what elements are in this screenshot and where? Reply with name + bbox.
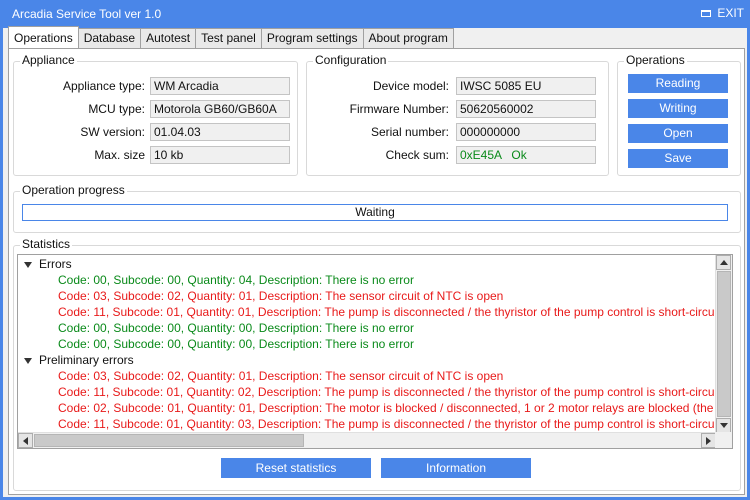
- title-bar: Arcadia Service Tool ver 1.0 EXIT: [0, 0, 750, 28]
- max-size-label: Max. size: [94, 148, 145, 162]
- vertical-scrollbar[interactable]: [715, 255, 732, 433]
- serial-number-label: Serial number:: [370, 125, 449, 139]
- save-button[interactable]: Save: [628, 149, 728, 168]
- tab-autotest[interactable]: Autotest: [140, 28, 197, 48]
- app-window: Arcadia Service Tool ver 1.0 EXIT Operat…: [0, 0, 750, 500]
- mcu-type-value: Motorola GB60/GB60A: [150, 100, 290, 118]
- sw-version-value: 01.04.03: [150, 123, 290, 141]
- list-item[interactable]: Code: 00, Subcode: 00, Quantity: 04, Des…: [58, 272, 414, 288]
- sw-version-label: SW version:: [80, 125, 145, 139]
- horizontal-scrollbar[interactable]: [18, 432, 716, 448]
- configuration-group: Configuration Device model: IWSC 5085 EU…: [306, 53, 609, 176]
- open-button[interactable]: Open: [628, 124, 728, 143]
- list-item[interactable]: Code: 03, Subcode: 02, Quantity: 01, Des…: [58, 368, 503, 384]
- list-item[interactable]: Code: 11, Subcode: 01, Quantity: 02, Des…: [58, 384, 715, 400]
- statistics-tree[interactable]: Errors Code: 00, Subcode: 00, Quantity: …: [17, 254, 733, 449]
- scroll-up-button[interactable]: [716, 255, 731, 270]
- appliance-type-value: WM Arcadia: [150, 77, 290, 95]
- window-title: Arcadia Service Tool ver 1.0: [12, 7, 162, 21]
- operations-page: Appliance Appliance type: WM Arcadia MCU…: [8, 48, 745, 495]
- appliance-group-title: Appliance: [20, 53, 77, 67]
- tab-test-panel[interactable]: Test panel: [195, 28, 262, 48]
- window-icon: [701, 9, 712, 17]
- reset-statistics-button[interactable]: Reset statistics: [221, 458, 371, 478]
- information-button[interactable]: Information: [381, 458, 531, 478]
- configuration-group-title: Configuration: [313, 53, 389, 67]
- arrow-left-icon: [23, 436, 28, 445]
- progress-status: Waiting: [355, 205, 395, 219]
- collapse-arrow-icon[interactable]: [24, 261, 32, 268]
- scroll-down-button[interactable]: [716, 418, 731, 433]
- operations-group-title: Operations: [624, 53, 687, 67]
- arrow-up-icon: [719, 260, 728, 265]
- statistics-title: Statistics: [20, 237, 73, 251]
- list-item[interactable]: Code: 02, Subcode: 01, Quantity: 01, Des…: [58, 400, 716, 416]
- tab-program-settings[interactable]: Program settings: [260, 28, 364, 48]
- horizontal-scroll-thumb[interactable]: [34, 434, 304, 447]
- reading-button[interactable]: Reading: [628, 74, 728, 93]
- check-sum-label: Check sum:: [385, 148, 449, 162]
- serial-number-value: 000000000: [456, 123, 596, 141]
- check-sum-value: 0xE45A Ok: [456, 146, 596, 164]
- arrow-right-icon: [706, 436, 711, 445]
- errors-node[interactable]: Errors: [24, 256, 72, 272]
- list-item[interactable]: Code: 03, Subcode: 02, Quantity: 01, Des…: [58, 288, 503, 304]
- tab-operations[interactable]: Operations: [8, 26, 79, 48]
- list-item[interactable]: Code: 11, Subcode: 01, Quantity: 01, Des…: [58, 304, 715, 320]
- mcu-type-label: MCU type:: [88, 102, 145, 116]
- exit-button[interactable]: EXIT: [701, 6, 744, 20]
- operation-progress-title: Operation progress: [20, 183, 127, 197]
- collapse-arrow-icon[interactable]: [24, 357, 32, 364]
- list-item[interactable]: Code: 11, Subcode: 01, Quantity: 03, Des…: [58, 416, 715, 432]
- firmware-number-value: 50620560002: [456, 100, 596, 118]
- tab-strip: Operations Database Autotest Test panel …: [8, 26, 454, 48]
- list-item[interactable]: Code: 00, Subcode: 00, Quantity: 00, Des…: [58, 336, 414, 352]
- scroll-right-button[interactable]: [701, 433, 716, 448]
- operations-group: Operations Reading Writing Open Save: [617, 53, 741, 176]
- progress-bar: Waiting: [22, 204, 728, 221]
- client-area: Operations Database Autotest Test panel …: [3, 26, 747, 497]
- exit-label: EXIT: [717, 6, 744, 20]
- appliance-group: Appliance Appliance type: WM Arcadia MCU…: [13, 53, 298, 176]
- max-size-value: 10 kb: [150, 146, 290, 164]
- vertical-scroll-thumb[interactable]: [717, 271, 731, 417]
- firmware-number-label: Firmware Number:: [349, 102, 449, 116]
- appliance-type-label: Appliance type:: [62, 79, 145, 93]
- preliminary-errors-node[interactable]: Preliminary errors: [24, 352, 134, 368]
- statistics-tree-content: Errors Code: 00, Subcode: 00, Quantity: …: [18, 255, 716, 433]
- scrollbar-corner: [715, 432, 732, 448]
- tab-database[interactable]: Database: [77, 28, 142, 48]
- errors-node-label: Errors: [39, 257, 72, 271]
- tab-about-program[interactable]: About program: [362, 28, 454, 48]
- writing-button[interactable]: Writing: [628, 99, 728, 118]
- device-model-value: IWSC 5085 EU: [456, 77, 596, 95]
- arrow-down-icon: [719, 423, 728, 428]
- device-model-label: Device model:: [372, 79, 449, 93]
- preliminary-errors-label: Preliminary errors: [39, 353, 134, 367]
- scroll-left-button[interactable]: [18, 433, 33, 448]
- list-item[interactable]: Code: 00, Subcode: 00, Quantity: 00, Des…: [58, 320, 414, 336]
